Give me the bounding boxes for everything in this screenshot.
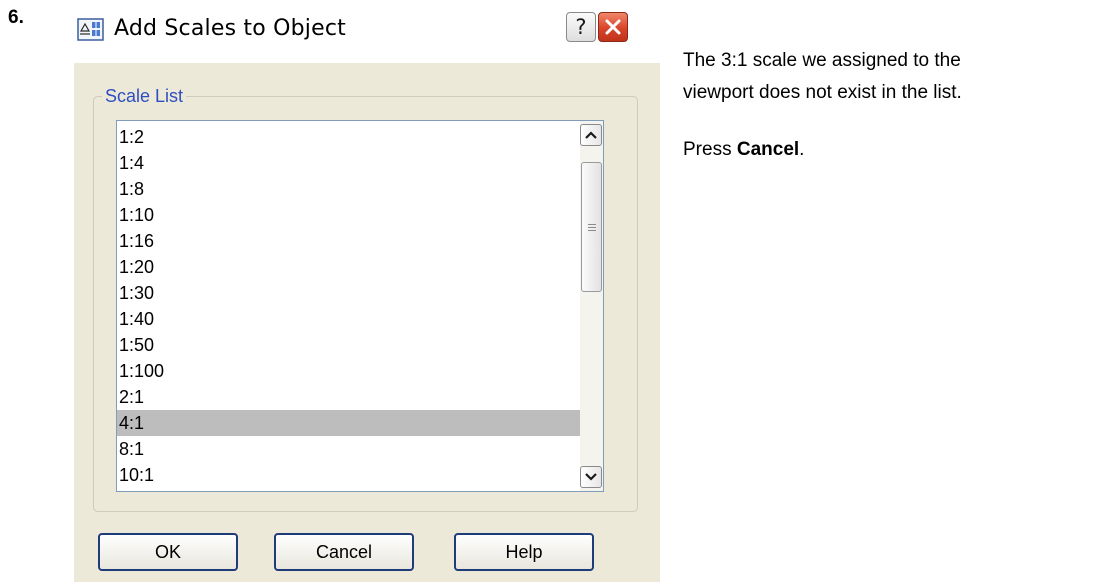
- scale-list-item[interactable]: 1:100: [117, 358, 580, 384]
- chevron-down-icon: [585, 473, 597, 481]
- scale-list-label: Scale List: [102, 86, 187, 107]
- scroll-down-button[interactable]: [580, 466, 602, 488]
- titlebar-help-button[interactable]: ?: [566, 12, 596, 42]
- instruction-line: viewport does not exist in the list.: [683, 82, 962, 103]
- chevron-up-icon: [585, 131, 597, 139]
- close-icon: [605, 19, 621, 35]
- scale-list-item[interactable]: 1:16: [117, 228, 580, 254]
- help-button[interactable]: Help: [454, 533, 594, 571]
- dialog-title: Add Scales to Object: [114, 16, 346, 41]
- scale-list-item[interactable]: 4:1: [117, 410, 580, 436]
- scroll-grip-line: [588, 227, 596, 228]
- press-cancel-instruction: Press Cancel.: [683, 134, 1088, 166]
- scroll-grip-line: [588, 230, 596, 231]
- scroll-grip-line: [588, 224, 596, 225]
- scale-list-item[interactable]: 1:2: [117, 124, 580, 150]
- titlebar-close-button[interactable]: [598, 12, 628, 42]
- scroll-thumb[interactable]: [581, 162, 602, 292]
- press-cancel-emphasis: Cancel: [736, 139, 800, 160]
- scroll-up-button[interactable]: [580, 124, 602, 146]
- instruction-text: The 3:1 scale we assigned to the viewpor…: [683, 45, 1088, 166]
- title-bar[interactable]: Add Scales to Object ?: [74, 0, 660, 63]
- scale-list-item[interactable]: 1:20: [117, 254, 580, 280]
- instruction-line: The 3:1 scale we assigned to the: [683, 50, 961, 71]
- scale-app-icon: [77, 17, 105, 43]
- vertical-scrollbar[interactable]: [580, 121, 603, 491]
- press-prefix: Press: [683, 139, 737, 160]
- scale-list-item[interactable]: 1:4: [117, 150, 580, 176]
- ok-button[interactable]: OK: [98, 533, 238, 571]
- scale-list-item[interactable]: 1:50: [117, 332, 580, 358]
- scale-listbox[interactable]: 1:2 1:4 1:8 1:10 1:16 1:20 1:30 1:40 1:50 1:100 2:…: [116, 120, 604, 492]
- press-suffix: .: [799, 139, 805, 160]
- scale-list-item[interactable]: 2:1: [117, 384, 580, 410]
- scale-list-item[interactable]: 8:1: [117, 436, 580, 462]
- scale-list-item[interactable]: 1:40: [117, 306, 580, 332]
- scale-list-item[interactable]: 1:10: [117, 202, 580, 228]
- step-number: 6.: [8, 7, 24, 28]
- scale-list-item[interactable]: 10:1: [117, 462, 580, 488]
- cancel-button[interactable]: Cancel: [274, 533, 414, 571]
- add-scales-dialog: Add Scales to Object ? Scale List 1:2 1:4…: [74, 0, 660, 582]
- scale-list-item[interactable]: 1:30: [117, 280, 580, 306]
- question-mark-icon: ?: [575, 15, 587, 39]
- scale-list-item[interactable]: 1:8: [117, 176, 580, 202]
